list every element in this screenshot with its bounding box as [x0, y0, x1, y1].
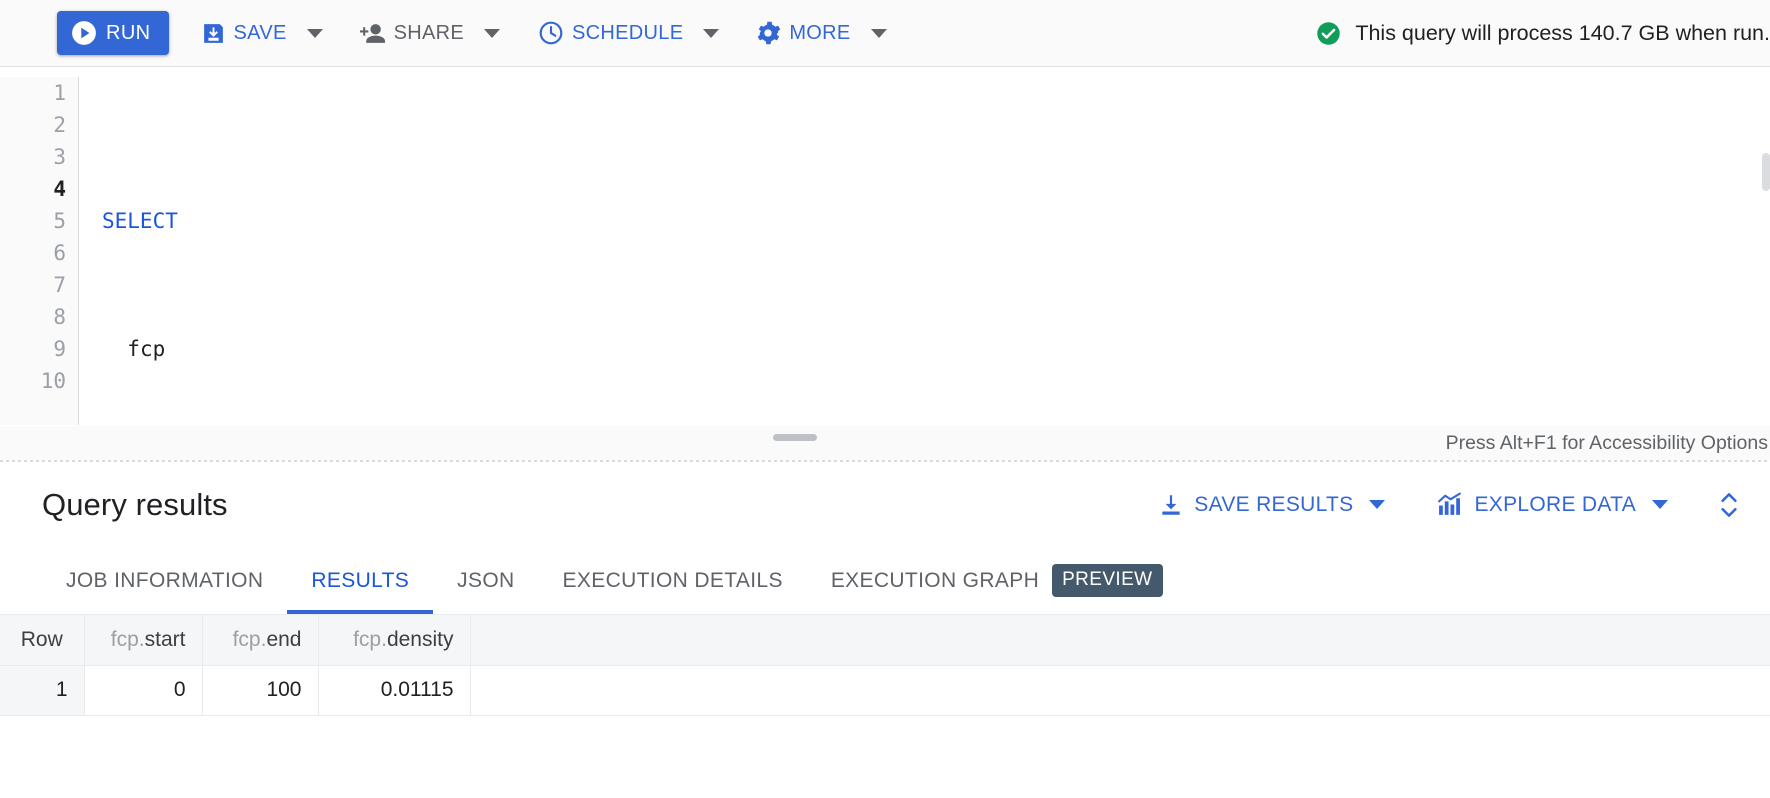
share-button[interactable]: SHARE — [349, 11, 474, 55]
column-header-filler — [470, 615, 1770, 665]
more-button[interactable]: MORE — [745, 11, 860, 55]
column-header-fcp-start[interactable]: fcp.start — [84, 615, 202, 665]
run-button-label: RUN — [106, 22, 151, 45]
table-row[interactable]: 1 0 100 0.01115 — [0, 665, 1770, 715]
cell-row-number: 1 — [0, 665, 84, 715]
share-button-label: SHARE — [394, 22, 464, 45]
more-button-label: MORE — [789, 22, 850, 45]
line-number: 6 — [0, 237, 66, 269]
tab-label: EXECUTION DETAILS — [563, 569, 783, 593]
results-table-head: Row fcp.start fcp.end fcp.density — [0, 615, 1770, 665]
results-actions: SAVE RESULTS EXPLORE DATA — [1154, 483, 1748, 527]
column-prefix: fcp. — [111, 628, 145, 651]
line-number: 10 — [0, 365, 66, 397]
tab-label: JSON — [457, 569, 514, 593]
accessibility-hint: Press Alt+F1 for Accessibility Options — [1446, 432, 1770, 455]
results-table-body: 1 0 100 0.01115 — [0, 665, 1770, 715]
save-icon — [201, 21, 226, 46]
sql-code[interactable]: SELECT fcp FROM `chrome-ux-report.all.20… — [78, 77, 1770, 425]
column-name: start — [145, 628, 186, 651]
save-button[interactable]: SAVE — [191, 11, 297, 55]
line-number-gutter: 1 2 3 4 5 6 7 8 9 10 — [0, 77, 78, 425]
schedule-button[interactable]: SCHEDULE — [528, 11, 693, 55]
schedule-button-label: SCHEDULE — [572, 22, 683, 45]
tab-json[interactable]: JSON — [433, 547, 538, 614]
query-toolbar: RUN SAVE SHARE — [0, 0, 1770, 67]
results-header: Query results SAVE RESULTS — [0, 462, 1770, 547]
editor-footer: Press Alt+F1 for Accessibility Options — [0, 425, 1770, 460]
indent-guide — [78, 77, 79, 425]
results-table: Row fcp.start fcp.end fcp.density 1 0 10… — [0, 615, 1770, 716]
share-dropdown-caret-icon[interactable] — [484, 29, 500, 38]
expand-collapse-button[interactable] — [1716, 488, 1742, 522]
column-prefix: fcp. — [233, 628, 267, 651]
sql-editor-code-area[interactable]: 1 2 3 4 5 6 7 8 9 10 SELECT fcp FROM `ch… — [0, 67, 1770, 425]
line-number: 2 — [0, 109, 66, 141]
clock-icon — [538, 20, 564, 46]
cell-fcp-start: 0 — [84, 665, 202, 715]
panel-resize-handle[interactable] — [773, 434, 817, 441]
line-number: 5 — [0, 205, 66, 237]
tab-execution-details[interactable]: EXECUTION DETAILS — [539, 547, 807, 614]
schedule-group: SCHEDULE — [528, 11, 719, 55]
column-fcp: fcp — [127, 337, 165, 361]
column-header-row[interactable]: Row — [0, 615, 84, 665]
save-results-label: SAVE RESULTS — [1194, 493, 1353, 517]
explore-data-caret-icon[interactable] — [1652, 500, 1668, 509]
preview-badge: PREVIEW — [1052, 564, 1162, 597]
play-icon — [71, 20, 97, 46]
tab-label: RESULTS — [311, 569, 409, 593]
tab-label: JOB INFORMATION — [66, 569, 263, 593]
sql-editor[interactable]: 1 2 3 4 5 6 7 8 9 10 SELECT fcp FROM `ch… — [0, 67, 1770, 425]
download-icon — [1158, 492, 1184, 518]
page-title: Query results — [0, 487, 228, 523]
code-line-1: SELECT — [102, 205, 1770, 237]
line-number: 1 — [0, 77, 66, 109]
line-number: 4 — [0, 173, 66, 205]
cell-fcp-end: 100 — [202, 665, 318, 715]
tab-job-information[interactable]: JOB INFORMATION — [42, 547, 287, 614]
line-number: 7 — [0, 269, 66, 301]
table-header-row: Row fcp.start fcp.end fcp.density — [0, 615, 1770, 665]
keyword-select: SELECT — [102, 209, 178, 233]
unfold-more-icon — [1716, 488, 1742, 522]
editor-scrollbar[interactable] — [1762, 153, 1770, 191]
tab-label: EXECUTION GRAPH — [831, 569, 1039, 593]
tab-results[interactable]: RESULTS — [287, 547, 433, 614]
cell-filler — [470, 665, 1770, 715]
query-validator-message: This query will process 140.7 GB when ru… — [1355, 21, 1770, 46]
save-group: SAVE — [191, 11, 323, 55]
query-validator: This query will process 140.7 GB when ru… — [1315, 0, 1770, 66]
column-header-fcp-end[interactable]: fcp.end — [202, 615, 318, 665]
gear-icon — [755, 20, 781, 46]
line-number: 8 — [0, 301, 66, 333]
save-results-button[interactable]: SAVE RESULTS — [1154, 483, 1357, 527]
save-dropdown-caret-icon[interactable] — [307, 29, 323, 38]
explore-data-button[interactable]: EXPLORE DATA — [1433, 483, 1640, 527]
chart-icon — [1437, 492, 1464, 517]
column-name: end — [266, 628, 301, 651]
check-circle-icon — [1315, 20, 1342, 47]
column-header-fcp-density[interactable]: fcp.density — [318, 615, 470, 665]
cell-fcp-density: 0.01115 — [318, 665, 470, 715]
schedule-dropdown-caret-icon[interactable] — [703, 29, 719, 38]
save-results-caret-icon[interactable] — [1369, 500, 1385, 509]
person-add-icon — [359, 21, 386, 46]
tab-execution-graph[interactable]: EXECUTION GRAPH PREVIEW — [807, 547, 1187, 614]
code-line-2: fcp — [102, 333, 1770, 365]
line-number: 3 — [0, 141, 66, 173]
column-prefix: fcp. — [353, 628, 387, 651]
more-group: MORE — [745, 11, 886, 55]
save-button-label: SAVE — [234, 22, 287, 45]
results-tabs: JOB INFORMATION RESULTS JSON EXECUTION D… — [0, 547, 1770, 615]
more-dropdown-caret-icon[interactable] — [871, 29, 887, 38]
column-name: density — [387, 628, 454, 651]
share-group: SHARE — [349, 11, 500, 55]
run-button[interactable]: RUN — [57, 11, 169, 55]
explore-data-label: EXPLORE DATA — [1474, 493, 1636, 517]
line-number: 9 — [0, 333, 66, 365]
